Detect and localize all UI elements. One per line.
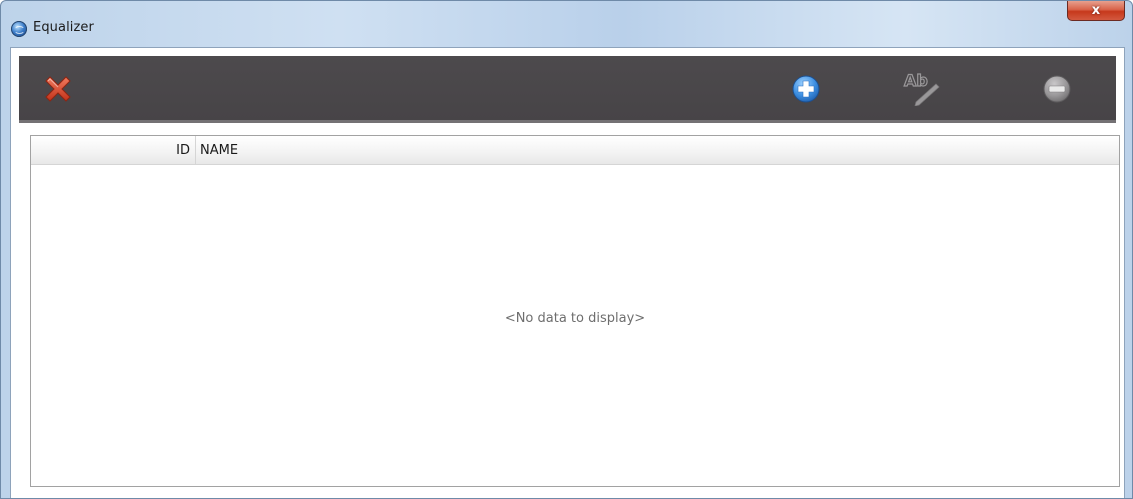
window-title: Equalizer — [33, 20, 94, 35]
rename-ab-icon: Ab — [903, 70, 940, 107]
svg-text:Ab: Ab — [904, 71, 928, 90]
empty-grid-message: <No data to display> — [504, 311, 646, 326]
add-circle-icon — [792, 75, 820, 103]
remove-circle-icon — [1043, 75, 1071, 103]
column-header-name[interactable]: NAME — [200, 136, 238, 164]
data-grid[interactable]: ID NAME <No data to display> — [30, 135, 1120, 487]
title-bar[interactable]: Equalizer x — [1, 1, 1132, 47]
app-globe-icon — [11, 21, 27, 37]
rename-button[interactable]: Ab — [902, 68, 944, 107]
delete-x-icon — [45, 76, 71, 102]
add-button[interactable] — [791, 74, 821, 104]
column-header-id[interactable]: ID — [31, 136, 196, 164]
window-content: Ab ID NAME <No data to display> — [10, 47, 1125, 498]
delete-button[interactable] — [41, 72, 75, 106]
toolbar: Ab — [19, 56, 1116, 123]
equalizer-window: Equalizer x Ab ID NAME <No data to displ… — [0, 0, 1133, 499]
close-button[interactable]: x — [1067, 1, 1125, 21]
remove-button[interactable] — [1042, 74, 1072, 104]
grid-header: ID NAME — [31, 136, 1119, 165]
